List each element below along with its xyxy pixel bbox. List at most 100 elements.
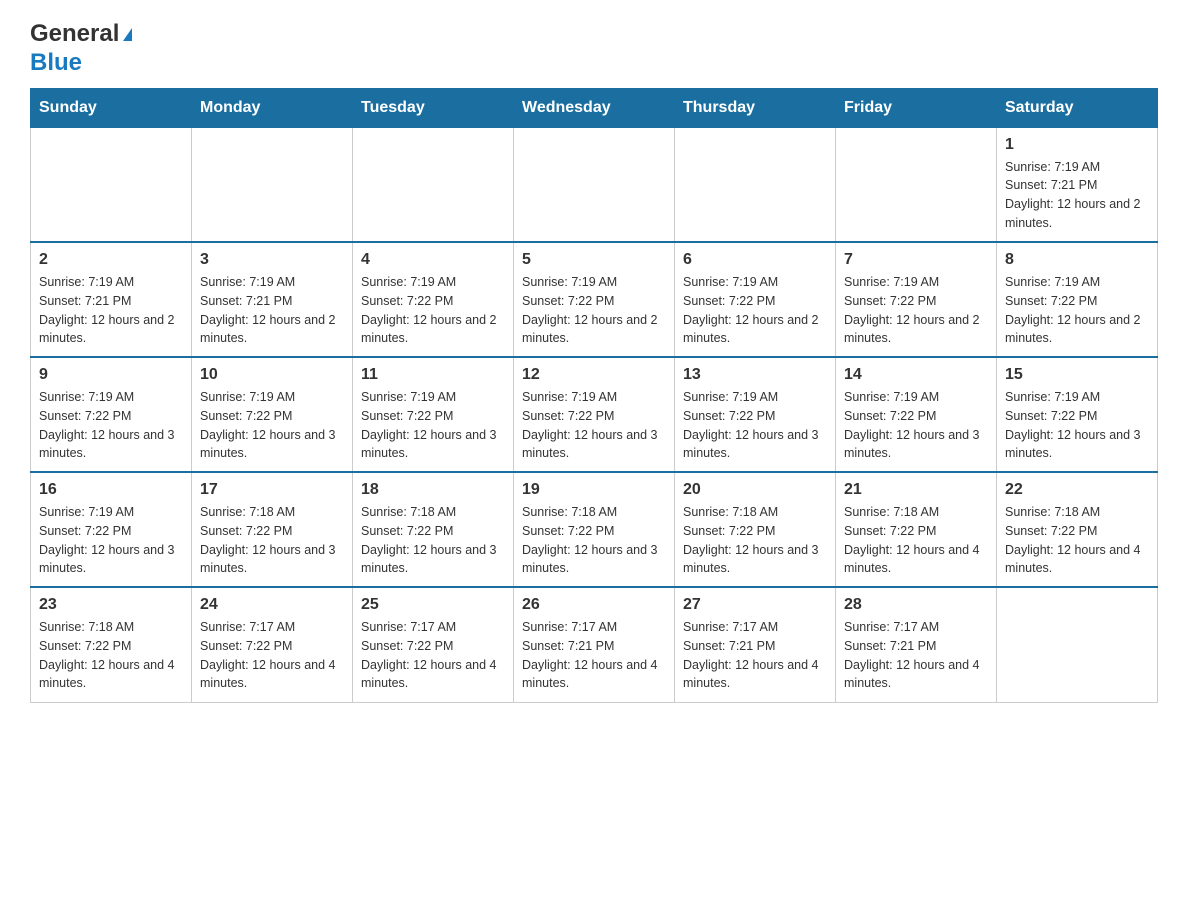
day-header-monday: Monday — [192, 88, 353, 127]
calendar-day-cell: 22 Sunrise: 7:18 AMSunset: 7:22 PMDayligh… — [997, 472, 1158, 587]
calendar-week-row: 16Sunrise: 7:19 AMSunset: 7:22 PMDayligh… — [31, 472, 1158, 587]
day-number: 4 — [361, 251, 505, 269]
calendar-day-cell: 13 Sunrise: 7:19 AMSunset: 7:22 PMDayligh… — [675, 357, 836, 472]
calendar-day-cell: 11 Sunrise: 7:19 AMSunset: 7:22 PMDayligh… — [353, 357, 514, 472]
day-number: 24 — [200, 596, 344, 614]
logo-triangle-icon — [123, 28, 132, 41]
day-number: 7 — [844, 251, 988, 269]
day-header-tuesday: Tuesday — [353, 88, 514, 127]
day-number: 17 — [200, 481, 344, 499]
day-info: Sunrise: 7:19 AMSunset: 7:22 PMDaylight:… — [200, 388, 344, 463]
day-info: Sunrise: 7:17 AMSunset: 7:21 PMDaylight:… — [844, 618, 988, 693]
calendar-week-row: 23 Sunrise: 7:18 AMSunset: 7:22 PMDayligh… — [31, 587, 1158, 702]
day-info: Sunrise: 7:18 AMSunset: 7:22 PMDaylight:… — [361, 503, 505, 578]
day-number: 21 — [844, 481, 988, 499]
logo-wordmark: General Blue — [30, 20, 134, 78]
calendar-day-cell: 2 Sunrise: 7:19 AMSunset: 7:21 PMDaylight… — [31, 242, 192, 357]
calendar-day-cell: 23 Sunrise: 7:18 AMSunset: 7:22 PMDayligh… — [31, 587, 192, 702]
calendar-day-cell: 25 Sunrise: 7:17 AMSunset: 7:22 PMDayligh… — [353, 587, 514, 702]
calendar-day-cell: 9 Sunrise: 7:19 AMSunset: 7:22 PMDaylight… — [31, 357, 192, 472]
day-number: 22 — [1005, 481, 1149, 499]
calendar-table: SundayMondayTuesdayWednesdayThursdayFrid… — [30, 88, 1158, 703]
calendar-day-cell: 1 Sunrise: 7:19 AMSunset: 7:21 PMDaylight… — [997, 127, 1158, 242]
calendar-day-cell: 20Sunrise: 7:18 AMSunset: 7:22 PMDayligh… — [675, 472, 836, 587]
logo-blue: Blue — [30, 49, 134, 78]
day-info: Sunrise: 7:18 AMSunset: 7:22 PMDaylight:… — [844, 503, 988, 578]
calendar-day-cell: 19 Sunrise: 7:18 AMSunset: 7:22 PMDayligh… — [514, 472, 675, 587]
calendar-day-cell — [675, 127, 836, 242]
calendar-day-cell: 15Sunrise: 7:19 AMSunset: 7:22 PMDayligh… — [997, 357, 1158, 472]
calendar-day-cell: 17 Sunrise: 7:18 AMSunset: 7:22 PMDayligh… — [192, 472, 353, 587]
day-number: 19 — [522, 481, 666, 499]
day-info: Sunrise: 7:19 AMSunset: 7:22 PMDaylight:… — [844, 273, 988, 348]
calendar-day-cell: 12 Sunrise: 7:19 AMSunset: 7:22 PMDayligh… — [514, 357, 675, 472]
day-info: Sunrise: 7:19 AMSunset: 7:22 PMDaylight:… — [1005, 273, 1149, 348]
day-number: 23 — [39, 596, 183, 614]
day-number: 15 — [1005, 366, 1149, 384]
day-info: Sunrise: 7:19 AMSunset: 7:22 PMDaylight:… — [39, 388, 183, 463]
calendar-day-cell: 8Sunrise: 7:19 AMSunset: 7:22 PMDaylight… — [997, 242, 1158, 357]
day-header-wednesday: Wednesday — [514, 88, 675, 127]
day-info: Sunrise: 7:19 AMSunset: 7:22 PMDaylight:… — [844, 388, 988, 463]
day-info: Sunrise: 7:19 AMSunset: 7:22 PMDaylight:… — [361, 273, 505, 348]
calendar-day-cell: 10 Sunrise: 7:19 AMSunset: 7:22 PMDayligh… — [192, 357, 353, 472]
day-info: Sunrise: 7:18 AMSunset: 7:22 PMDaylight:… — [39, 618, 183, 693]
day-number: 2 — [39, 251, 183, 269]
calendar-day-cell: 28 Sunrise: 7:17 AMSunset: 7:21 PMDayligh… — [836, 587, 997, 702]
day-info: Sunrise: 7:17 AMSunset: 7:22 PMDaylight:… — [200, 618, 344, 693]
calendar-week-row: 9 Sunrise: 7:19 AMSunset: 7:22 PMDaylight… — [31, 357, 1158, 472]
day-number: 18 — [361, 481, 505, 499]
day-number: 26 — [522, 596, 666, 614]
logo-general: General — [30, 20, 119, 49]
calendar-day-cell: 7 Sunrise: 7:19 AMSunset: 7:22 PMDaylight… — [836, 242, 997, 357]
day-header-thursday: Thursday — [675, 88, 836, 127]
day-number: 1 — [1005, 136, 1149, 154]
calendar-day-cell — [353, 127, 514, 242]
calendar-day-cell: 6Sunrise: 7:19 AMSunset: 7:22 PMDaylight… — [675, 242, 836, 357]
day-info: Sunrise: 7:19 AMSunset: 7:21 PMDaylight:… — [1005, 158, 1149, 233]
calendar-day-cell: 21 Sunrise: 7:18 AMSunset: 7:22 PMDayligh… — [836, 472, 997, 587]
day-info: Sunrise: 7:18 AMSunset: 7:22 PMDaylight:… — [200, 503, 344, 578]
calendar-day-cell: 18 Sunrise: 7:18 AMSunset: 7:22 PMDayligh… — [353, 472, 514, 587]
day-info: Sunrise: 7:18 AMSunset: 7:22 PMDaylight:… — [1005, 503, 1149, 578]
day-info: Sunrise: 7:19 AMSunset: 7:21 PMDaylight:… — [39, 273, 183, 348]
day-info: Sunrise: 7:19 AMSunset: 7:22 PMDaylight:… — [361, 388, 505, 463]
day-number: 3 — [200, 251, 344, 269]
day-number: 25 — [361, 596, 505, 614]
calendar-week-row: 2 Sunrise: 7:19 AMSunset: 7:21 PMDaylight… — [31, 242, 1158, 357]
day-number: 6 — [683, 251, 827, 269]
day-info: Sunrise: 7:18 AMSunset: 7:22 PMDaylight:… — [683, 503, 827, 578]
day-info: Sunrise: 7:19 AMSunset: 7:21 PMDaylight:… — [200, 273, 344, 348]
day-number: 13 — [683, 366, 827, 384]
day-info: Sunrise: 7:19 AMSunset: 7:22 PMDaylight:… — [522, 388, 666, 463]
calendar-day-cell: 26 Sunrise: 7:17 AMSunset: 7:21 PMDayligh… — [514, 587, 675, 702]
day-number: 11 — [361, 366, 505, 384]
day-info: Sunrise: 7:19 AMSunset: 7:22 PMDaylight:… — [522, 273, 666, 348]
day-header-sunday: Sunday — [31, 88, 192, 127]
calendar-day-cell — [31, 127, 192, 242]
calendar-day-cell: 24 Sunrise: 7:17 AMSunset: 7:22 PMDayligh… — [192, 587, 353, 702]
day-info: Sunrise: 7:17 AMSunset: 7:21 PMDaylight:… — [522, 618, 666, 693]
day-number: 16 — [39, 481, 183, 499]
day-info: Sunrise: 7:19 AMSunset: 7:22 PMDaylight:… — [683, 388, 827, 463]
day-number: 28 — [844, 596, 988, 614]
day-info: Sunrise: 7:17 AMSunset: 7:22 PMDaylight:… — [361, 618, 505, 693]
day-number: 27 — [683, 596, 827, 614]
day-number: 14 — [844, 366, 988, 384]
day-number: 10 — [200, 366, 344, 384]
day-info: Sunrise: 7:18 AMSunset: 7:22 PMDaylight:… — [522, 503, 666, 578]
day-number: 5 — [522, 251, 666, 269]
calendar-header-row: SundayMondayTuesdayWednesdayThursdayFrid… — [31, 88, 1158, 127]
calendar-day-cell: 3 Sunrise: 7:19 AMSunset: 7:21 PMDaylight… — [192, 242, 353, 357]
day-number: 12 — [522, 366, 666, 384]
calendar-day-cell — [836, 127, 997, 242]
calendar-day-cell: 14 Sunrise: 7:19 AMSunset: 7:22 PMDayligh… — [836, 357, 997, 472]
day-header-friday: Friday — [836, 88, 997, 127]
calendar-day-cell: 5 Sunrise: 7:19 AMSunset: 7:22 PMDaylight… — [514, 242, 675, 357]
day-header-saturday: Saturday — [997, 88, 1158, 127]
calendar-day-cell: 16Sunrise: 7:19 AMSunset: 7:22 PMDayligh… — [31, 472, 192, 587]
day-number: 9 — [39, 366, 183, 384]
page-header: General Blue — [30, 20, 1158, 78]
calendar-day-cell: 27Sunrise: 7:17 AMSunset: 7:21 PMDayligh… — [675, 587, 836, 702]
calendar-day-cell — [192, 127, 353, 242]
